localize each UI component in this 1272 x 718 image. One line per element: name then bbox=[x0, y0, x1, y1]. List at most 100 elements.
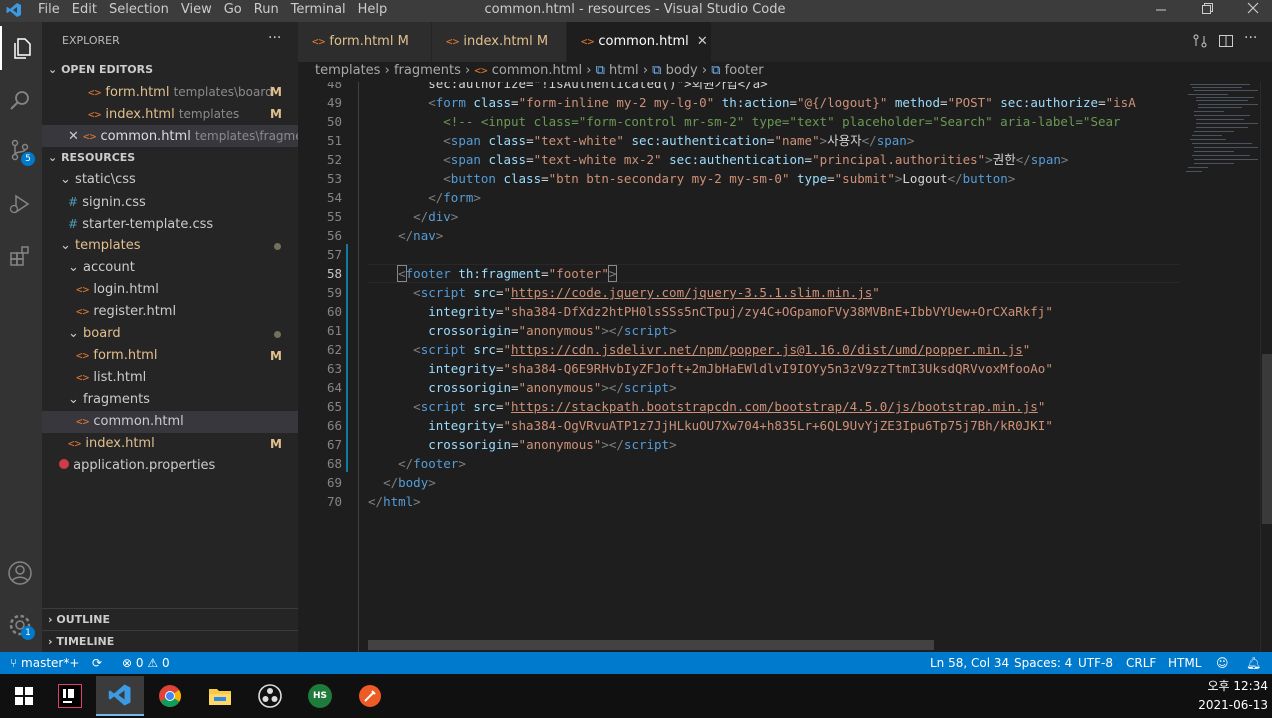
vertical-scrollbar[interactable] bbox=[1260, 82, 1272, 652]
chrome-icon[interactable] bbox=[146, 676, 194, 716]
editor-more-icon[interactable]: ··· bbox=[1244, 30, 1257, 46]
more-actions-icon[interactable]: ··· bbox=[268, 30, 281, 46]
menu-run[interactable]: Run bbox=[248, 0, 285, 20]
explorer-icon[interactable] bbox=[0, 26, 42, 70]
tree-form-html[interactable]: <> form.html M bbox=[42, 345, 298, 367]
code-line-64: crossorigin="anonymous"></script> bbox=[428, 380, 677, 395]
timeline-header[interactable]: › TIMELINE bbox=[42, 630, 298, 652]
modified-gutter bbox=[346, 244, 348, 472]
line-number: 69 bbox=[326, 475, 342, 490]
line-number: 59 bbox=[326, 285, 342, 300]
settings-gear-icon[interactable]: 1 bbox=[0, 604, 42, 648]
line-number: 63 bbox=[326, 361, 342, 376]
menu-go[interactable]: Go bbox=[218, 0, 248, 20]
file-explorer-icon[interactable] bbox=[196, 676, 244, 716]
html-file-icon: <> bbox=[88, 86, 102, 99]
extensions-icon[interactable] bbox=[0, 234, 42, 278]
minimize-icon[interactable] bbox=[1146, 0, 1176, 22]
feedback-icon[interactable]: ☺ bbox=[1216, 652, 1229, 674]
tree-signin-css[interactable]: # signin.css bbox=[42, 191, 298, 213]
tree-common-html[interactable]: <> common.html bbox=[42, 411, 298, 433]
breadcrumb-body[interactable]: body bbox=[666, 63, 698, 78]
open-editors-header[interactable]: ⌄ OPEN EDITORS bbox=[42, 59, 298, 81]
split-editor-icon[interactable] bbox=[1218, 33, 1234, 53]
tree-application-properties[interactable]: application.properties bbox=[42, 455, 298, 477]
breadcrumb-html[interactable]: html bbox=[609, 63, 639, 78]
search-icon[interactable] bbox=[0, 78, 42, 122]
resources-header[interactable]: ⌄ RESOURCES bbox=[42, 147, 298, 169]
close-tab-icon[interactable]: ✕ bbox=[693, 34, 708, 49]
open-editor-common[interactable]: ✕ <> common.html templates\fragme... bbox=[42, 125, 298, 147]
sync-icon[interactable]: ⟳ bbox=[92, 652, 102, 674]
source-control-icon[interactable]: 5 bbox=[0, 130, 42, 174]
editor-tabs: <> form.html M <> index.html M <> common… bbox=[298, 22, 1272, 62]
minimap[interactable] bbox=[1182, 82, 1260, 652]
horizontal-scrollbar[interactable] bbox=[368, 640, 934, 650]
breadcrumb-fragments[interactable]: fragments bbox=[394, 63, 461, 78]
open-editor-form[interactable]: <> form.html templates\board M bbox=[42, 81, 298, 103]
modified-dot bbox=[274, 243, 281, 250]
git-branch[interactable]: ⑂ master*+ bbox=[10, 652, 79, 674]
css-file-icon: # bbox=[68, 217, 79, 231]
cursor-position[interactable]: Ln 58, Col 34 bbox=[930, 652, 1009, 674]
code-line-59: <script src="https://code.jquery.com/jqu… bbox=[413, 285, 880, 300]
menu-terminal[interactable]: Terminal bbox=[285, 0, 352, 20]
line-number: 48 bbox=[326, 82, 342, 91]
chevron-right-icon: › bbox=[465, 63, 471, 78]
tree-board[interactable]: ⌄ board bbox=[42, 323, 298, 345]
breadcrumb-templates[interactable]: templates bbox=[298, 63, 380, 78]
scm-badge: 5 bbox=[21, 152, 35, 166]
indentation[interactable]: Spaces: 4 bbox=[1014, 652, 1072, 674]
tab-common-html[interactable]: <> common.html ✕ bbox=[567, 22, 711, 62]
restore-icon[interactable] bbox=[1192, 0, 1222, 22]
close-editor-icon[interactable]: ✕ bbox=[42, 129, 79, 144]
problems-indicator[interactable]: ⊗ 0 ⚠ 0 bbox=[122, 652, 170, 674]
hs-app-icon[interactable]: HS bbox=[296, 676, 344, 716]
menu-help[interactable]: Help bbox=[352, 0, 394, 20]
outline-header[interactable]: › OUTLINE bbox=[42, 608, 298, 630]
tab-form-html[interactable]: <> form.html M bbox=[298, 22, 431, 62]
tree-login-html[interactable]: <> login.html bbox=[42, 279, 298, 301]
encoding[interactable]: UTF-8 bbox=[1078, 652, 1113, 674]
obs-icon[interactable] bbox=[246, 676, 294, 716]
tree-account[interactable]: ⌄ account bbox=[42, 257, 298, 279]
tree-fragments[interactable]: ⌄ fragments bbox=[42, 389, 298, 411]
notifications-bell-icon[interactable]: 🔔︎ bbox=[1246, 652, 1261, 674]
language-mode[interactable]: HTML bbox=[1168, 652, 1201, 674]
properties-file-icon bbox=[42, 458, 69, 473]
code-line-56: </nav> bbox=[398, 228, 444, 243]
menu-selection[interactable]: Selection bbox=[103, 0, 175, 20]
code-line-67: crossorigin="anonymous"></script> bbox=[428, 437, 677, 452]
run-debug-icon[interactable] bbox=[0, 182, 42, 226]
intellij-icon[interactable] bbox=[46, 676, 94, 716]
tree-templates[interactable]: ⌄ templates bbox=[42, 235, 298, 257]
breadcrumb-footer[interactable]: footer bbox=[725, 63, 764, 78]
tree-starter-css[interactable]: # starter-template.css bbox=[42, 213, 298, 235]
tree-static-css[interactable]: ⌄ static\css bbox=[42, 169, 298, 191]
code-editor[interactable]: 48 49 50 51 52 53 54 55 56 57 58 59 60 61 62 63 64 65 66 67… bbox=[298, 82, 1182, 652]
line-number: 62 bbox=[326, 342, 342, 357]
line-number: 60 bbox=[326, 304, 342, 319]
postman-icon[interactable] bbox=[346, 676, 394, 716]
tree-list-html[interactable]: <> list.html bbox=[42, 367, 298, 389]
html-file-icon: <> bbox=[474, 64, 488, 77]
windows-start-icon[interactable] bbox=[0, 676, 48, 716]
menu-view[interactable]: View bbox=[175, 0, 218, 20]
html-file-icon: <> bbox=[581, 35, 595, 48]
vscode-taskbar-icon[interactable] bbox=[96, 676, 144, 716]
scrollbar-thumb[interactable] bbox=[1262, 354, 1272, 524]
menu-bar: File Edit Selection View Go Run Terminal Help bbox=[32, 0, 393, 20]
open-changes-icon[interactable] bbox=[1192, 33, 1208, 53]
tree-register-html[interactable]: <> register.html bbox=[42, 301, 298, 323]
tree-index-html[interactable]: <> index.html M bbox=[42, 433, 298, 455]
tab-index-html[interactable]: <> index.html M bbox=[432, 22, 566, 62]
line-ending[interactable]: CRLF bbox=[1126, 652, 1156, 674]
breadcrumb-file[interactable]: common.html bbox=[492, 63, 582, 78]
windows-taskbar: HS 오후 12:34 2021-06-13 bbox=[0, 674, 1272, 718]
open-editor-index[interactable]: <> index.html templates M bbox=[42, 103, 298, 125]
close-window-icon[interactable] bbox=[1238, 0, 1268, 22]
menu-file[interactable]: File bbox=[32, 0, 66, 20]
accounts-icon[interactable] bbox=[0, 550, 42, 594]
system-clock[interactable]: 오후 12:34 2021-06-13 bbox=[1196, 677, 1268, 715]
menu-edit[interactable]: Edit bbox=[66, 0, 103, 20]
